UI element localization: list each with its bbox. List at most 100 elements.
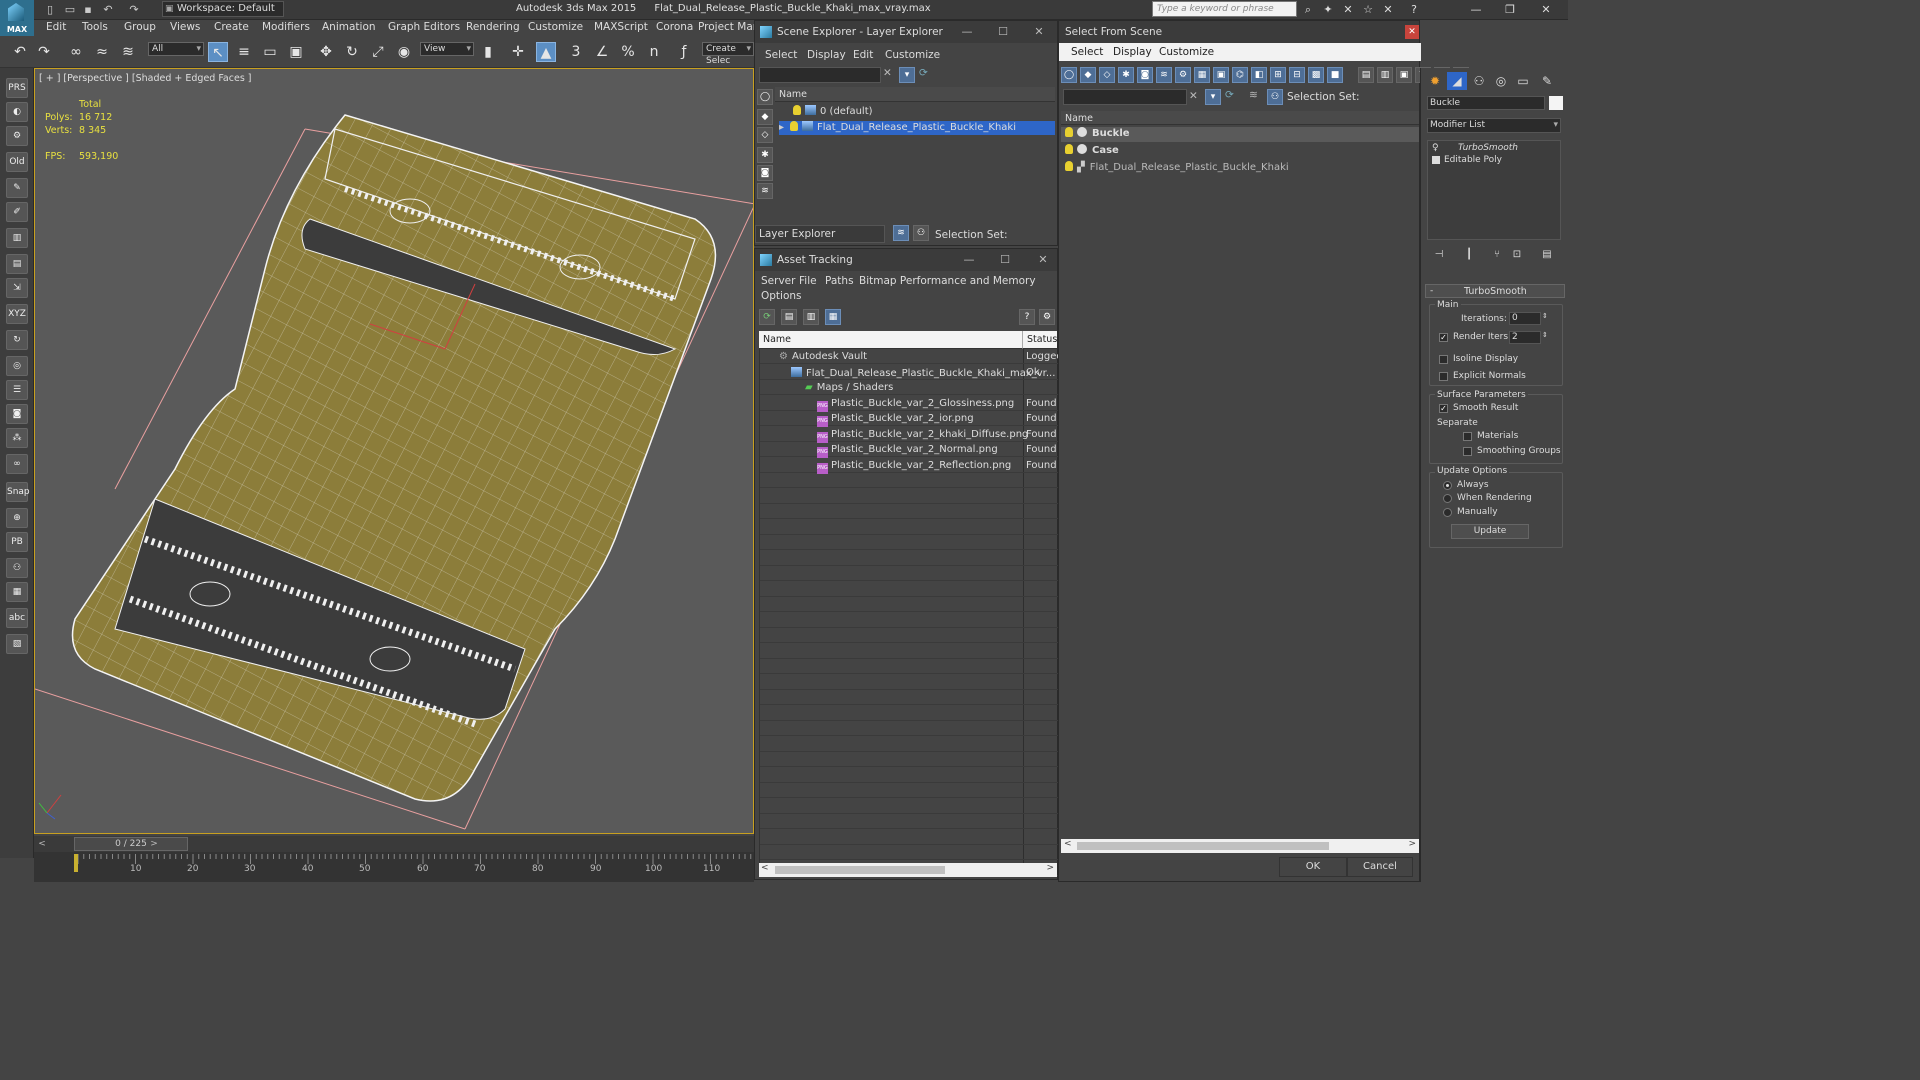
display-all-icon[interactable]: ▩ bbox=[1308, 67, 1324, 83]
save-file-icon[interactable]: ▪ bbox=[80, 2, 96, 17]
asset-row-vault[interactable]: ⚙ Autodesk Vault bbox=[779, 351, 867, 362]
undo-icon[interactable]: ↶ bbox=[100, 2, 116, 17]
hatch-icon[interactable]: ▧ bbox=[6, 634, 28, 654]
layer-row-default[interactable]: 0 (default) bbox=[793, 105, 873, 117]
settings-icon[interactable]: ⚙ bbox=[1039, 309, 1055, 325]
display-shapes-icon[interactable]: ◇ bbox=[1099, 67, 1115, 83]
text-abc-icon[interactable]: abc bbox=[6, 608, 28, 628]
filter-icon[interactable]: ▾ bbox=[1205, 89, 1221, 105]
utility-icon[interactable]: ▤ bbox=[6, 254, 28, 274]
materials-checkbox[interactable] bbox=[1463, 432, 1472, 441]
old-tools-icon[interactable]: Old bbox=[6, 152, 28, 172]
isoline-display-checkbox[interactable] bbox=[1439, 355, 1448, 364]
sfs-menu-display[interactable]: Display bbox=[1113, 46, 1152, 58]
close-icon[interactable]: ✕ bbox=[1025, 249, 1061, 271]
open-file-icon[interactable]: ▭ bbox=[62, 2, 78, 17]
filter-icon[interactable]: ▾ bbox=[899, 67, 915, 83]
asset-row-map[interactable]: PNG Plastic_Buckle_var_2_Glossiness.png bbox=[817, 398, 1014, 412]
at-menu-bitmap[interactable]: Bitmap Performance and Memory bbox=[859, 275, 1036, 287]
close-icon[interactable]: ✕ bbox=[1021, 21, 1057, 43]
light-bulb-icon[interactable] bbox=[790, 121, 799, 131]
close-icon[interactable]: ✕ bbox=[1405, 25, 1419, 39]
menu-project-manager[interactable]: Project Man bbox=[698, 21, 759, 33]
close-icon[interactable]: ✕ bbox=[1530, 0, 1562, 20]
display-shapes-icon[interactable]: ◇ bbox=[757, 127, 773, 143]
se-menu-customize[interactable]: Customize bbox=[885, 49, 940, 61]
clear-search-icon[interactable]: ✕ bbox=[883, 67, 892, 79]
at-menu-server[interactable]: Server bbox=[761, 275, 795, 287]
asset-row-map[interactable]: PNG Plastic_Buckle_var_2_Normal.png bbox=[817, 444, 998, 458]
light-bulb-icon[interactable] bbox=[1065, 127, 1073, 137]
sfs-search-input[interactable] bbox=[1063, 89, 1187, 105]
binoculars-icon[interactable]: ∞ bbox=[6, 454, 28, 474]
menu-edit[interactable]: Edit bbox=[46, 21, 66, 33]
asset-row-scene-file[interactable]: Flat_Dual_Release_Plastic_Buckle_Khaki_m… bbox=[791, 367, 1055, 379]
menu-tools[interactable]: Tools bbox=[82, 21, 108, 33]
at-status-header[interactable]: Status bbox=[1022, 331, 1057, 349]
display-geometry-icon[interactable]: ◆ bbox=[1080, 67, 1096, 83]
clear-search-icon[interactable]: ✕ bbox=[1189, 90, 1198, 102]
spinner-snap-icon[interactable]: n bbox=[644, 42, 664, 62]
layer-icon[interactable]: ≋ bbox=[1249, 89, 1258, 101]
communication-icon[interactable]: ✕ bbox=[1380, 2, 1396, 17]
when-rendering-radio[interactable] bbox=[1443, 494, 1452, 503]
rollout-header-turbosmooth[interactable]: - TurboSmooth bbox=[1425, 284, 1565, 298]
script-icon[interactable]: PRS bbox=[6, 78, 28, 98]
menu-customize[interactable]: Customize bbox=[528, 21, 583, 33]
perspective-viewport[interactable]: [ + ] [Perspective ] [Shaded + Edged Fac… bbox=[34, 68, 754, 834]
menu-animation[interactable]: Animation bbox=[322, 21, 376, 33]
display-none-icon[interactable]: ◯ bbox=[1061, 67, 1077, 83]
object-name-field[interactable]: Buckle bbox=[1427, 96, 1545, 110]
se-menu-select[interactable]: Select bbox=[765, 49, 797, 61]
se-name-header[interactable]: Name bbox=[775, 87, 1055, 102]
bind-space-warp-icon[interactable]: ≋ bbox=[118, 42, 138, 62]
menu-group[interactable]: Group bbox=[124, 21, 156, 33]
menu-modifiers[interactable]: Modifiers bbox=[262, 21, 310, 33]
sfs-menu-select[interactable]: Select bbox=[1071, 46, 1103, 58]
display-bones-icon[interactable]: ⌬ bbox=[1232, 67, 1248, 83]
restore-icon[interactable]: ❐ bbox=[1494, 0, 1526, 20]
scale-icon[interactable]: ⤢ bbox=[368, 42, 388, 62]
show-end-result-icon[interactable]: ┃ bbox=[1459, 246, 1479, 264]
placement-icon[interactable]: ◉ bbox=[394, 42, 414, 62]
render-iters-checkbox[interactable]: ✓ bbox=[1439, 333, 1448, 342]
snaps-toggle-icon[interactable]: 3 bbox=[566, 42, 586, 62]
display-spacewarps-icon[interactable]: ⚙ bbox=[1175, 67, 1191, 83]
snapshot-icon[interactable]: Snap bbox=[6, 482, 30, 502]
new-file-icon[interactable]: ▯ bbox=[42, 2, 58, 17]
sfs-name-header[interactable]: Name bbox=[1061, 111, 1419, 125]
scatter-icon[interactable]: ⁂ bbox=[6, 428, 28, 448]
binoculars-icon[interactable]: ⌕ bbox=[1300, 2, 1316, 17]
scroll-left-icon[interactable]: < bbox=[761, 863, 769, 873]
at-menu-options[interactable]: Options bbox=[761, 290, 802, 302]
time-slider[interactable]: < 0 / 225 > bbox=[34, 836, 754, 852]
display-tab-icon[interactable]: ▭ bbox=[1513, 72, 1533, 90]
select-manipulate-icon[interactable]: ✛ bbox=[508, 42, 528, 62]
pivot-center-icon[interactable]: ▮ bbox=[478, 42, 498, 62]
stack-item-turbosmooth[interactable]: TurboSmooth bbox=[1458, 143, 1518, 153]
favorites-star-icon[interactable]: ☆ bbox=[1360, 2, 1376, 17]
scrollbar-thumb[interactable] bbox=[775, 866, 945, 874]
display-invert-icon[interactable]: ■ bbox=[1327, 67, 1343, 83]
layers-icon[interactable]: ☰ bbox=[6, 380, 28, 400]
display-none-icon[interactable]: ◯ bbox=[757, 89, 773, 105]
smoothing-groups-checkbox[interactable] bbox=[1463, 447, 1472, 456]
angle-snap-icon[interactable]: ∠ bbox=[592, 42, 612, 62]
workspace-dropdown[interactable]: Workspace: Default bbox=[162, 1, 284, 17]
sfs-menu-customize[interactable]: Customize bbox=[1159, 46, 1214, 58]
hierarchy-icon[interactable]: ⚇ bbox=[6, 558, 28, 578]
help-icon[interactable]: ? bbox=[1406, 2, 1422, 17]
layer-explorer-dropdown[interactable]: Layer Explorer bbox=[755, 225, 885, 243]
rotate-icon[interactable]: ↻ bbox=[342, 42, 362, 62]
object-row-group[interactable]: ▞ Flat_Dual_Release_Plastic_Buckle_Khaki bbox=[1061, 161, 1419, 176]
asset-row-maps[interactable]: ▰ Maps / Shaders bbox=[805, 382, 893, 393]
cancel-button[interactable]: Cancel bbox=[1347, 857, 1413, 877]
display-lights-icon[interactable]: ✱ bbox=[757, 147, 773, 163]
display-geometry-icon[interactable]: ◆ bbox=[757, 109, 773, 125]
sfs-title[interactable]: Select From Scene bbox=[1059, 21, 1419, 43]
modify-tab-icon[interactable]: ◢ bbox=[1447, 72, 1467, 90]
display-cameras-icon[interactable]: ◙ bbox=[757, 165, 773, 181]
manually-radio[interactable] bbox=[1443, 508, 1452, 517]
time-slider-thumb[interactable]: 0 / 225 bbox=[74, 837, 188, 851]
prev-frame-icon[interactable]: < bbox=[36, 837, 48, 851]
